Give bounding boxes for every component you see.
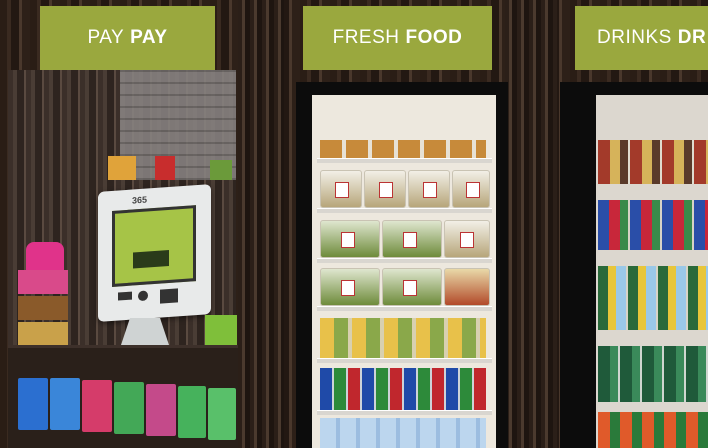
snack-cups bbox=[320, 140, 486, 158]
sandwich-pack bbox=[320, 170, 362, 208]
bill-slot bbox=[160, 288, 178, 304]
drinks-sign-light: DRINKS bbox=[597, 27, 672, 48]
cooler-shelf bbox=[317, 358, 492, 363]
payment-kiosk[interactable]: 365 bbox=[98, 184, 211, 322]
candy-box bbox=[50, 378, 80, 430]
hanging-snack bbox=[210, 160, 232, 180]
cooler-shelf bbox=[317, 306, 492, 311]
cooler-shelf bbox=[317, 258, 492, 263]
wood-pillar-right bbox=[505, 0, 557, 448]
micro-market-scene: PAY PAY FRESH FOOD DRINKS DR 365 bbox=[0, 0, 708, 448]
pay-sign-bold: PAY bbox=[130, 27, 168, 48]
snack-display-topper bbox=[26, 242, 64, 270]
bottle-row bbox=[598, 140, 708, 184]
candy-box bbox=[146, 384, 176, 436]
food-sign-bold: FOOD bbox=[405, 27, 463, 48]
food-pack bbox=[444, 268, 490, 306]
hanging-snack bbox=[108, 156, 136, 180]
fresh-food-sign: FRESH FOOD bbox=[303, 6, 492, 70]
sandwich-pack bbox=[408, 170, 450, 208]
candy-box bbox=[208, 388, 236, 440]
bottle-row bbox=[598, 200, 708, 250]
drinks-sign-bold: DR bbox=[677, 27, 707, 48]
card-reader bbox=[118, 291, 132, 301]
water-bottles bbox=[320, 418, 486, 448]
kiosk-logo: 365 bbox=[132, 194, 148, 206]
snack-row bbox=[18, 270, 68, 294]
candy-box bbox=[114, 382, 144, 434]
scanner bbox=[138, 290, 148, 302]
bottle-row bbox=[598, 412, 708, 448]
kiosk-screen-graphic bbox=[133, 249, 169, 269]
cooler-shelf bbox=[317, 158, 492, 163]
candy-box bbox=[178, 386, 206, 438]
food-sign-light: FRESH bbox=[332, 27, 400, 48]
cooler-shelf bbox=[317, 208, 492, 213]
hanging-snack bbox=[155, 156, 175, 180]
candy-box bbox=[82, 380, 112, 432]
sandwich-pack bbox=[364, 170, 406, 208]
candy-box bbox=[18, 378, 48, 430]
snack-rack bbox=[18, 242, 68, 350]
snack-row bbox=[18, 296, 68, 320]
salad-pack bbox=[382, 220, 442, 258]
kiosk-touchscreen[interactable] bbox=[112, 205, 196, 287]
salad-pack bbox=[320, 220, 380, 258]
yogurt-cups bbox=[320, 318, 486, 358]
salad-pack bbox=[320, 268, 380, 306]
food-pack bbox=[444, 220, 490, 258]
bottle-row bbox=[598, 266, 708, 330]
cooler-shelf bbox=[317, 410, 492, 415]
pay-sign: PAY PAY bbox=[40, 6, 215, 70]
bottle-row bbox=[598, 346, 708, 402]
salad-pack bbox=[382, 268, 442, 306]
pay-sign-light: PAY bbox=[87, 27, 125, 48]
drinks-sign: DRINKS DR bbox=[575, 6, 708, 70]
wood-pillar-left bbox=[238, 0, 284, 448]
soda-cans bbox=[320, 368, 486, 410]
sandwich-pack bbox=[452, 170, 490, 208]
